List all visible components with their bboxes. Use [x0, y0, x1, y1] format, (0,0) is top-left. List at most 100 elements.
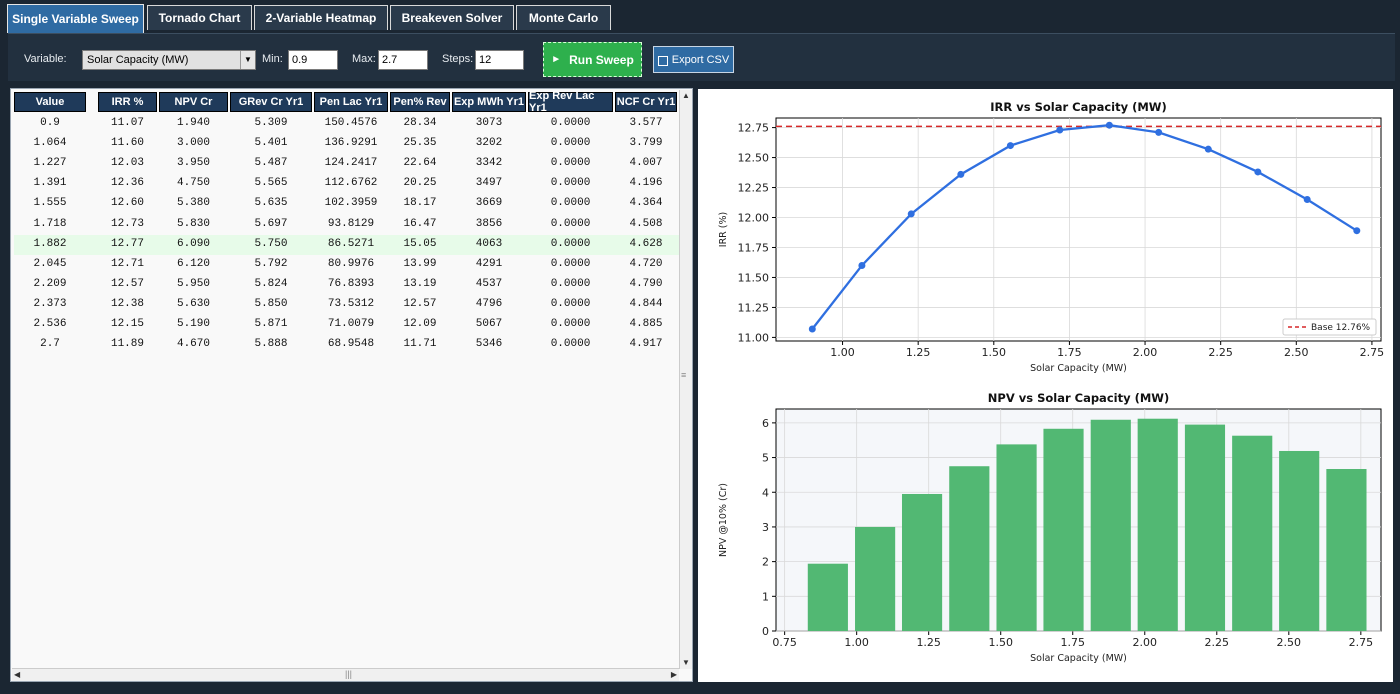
max-input[interactable]	[378, 50, 428, 70]
run-sweep-button[interactable]: ► Run Sweep	[543, 42, 642, 77]
table-cell: 4.917	[629, 338, 663, 351]
tab-bar: Single Variable Sweep Tornado Chart 2-Va…	[0, 0, 1400, 33]
x-tick-label: 2.75	[1360, 346, 1385, 359]
table-cell: 5.830	[176, 217, 210, 230]
y-tick-label: 5	[762, 452, 769, 465]
chevron-down-icon[interactable]: ▼	[240, 51, 255, 69]
column-header[interactable]: IRR %	[98, 92, 157, 112]
table-row[interactable]: 1.555 12.60 5.380 5.635 102.3959 18.17 3669 0.0…	[14, 194, 679, 214]
column-header[interactable]: Pen Lac Yr1	[314, 92, 388, 112]
column-header[interactable]: Exp Rev Lac Yr1	[528, 90, 613, 114]
vertical-scrollbar[interactable]: ▲ ≡ ▼	[679, 90, 692, 669]
y-tick-label: 12.00	[738, 212, 770, 225]
table-cell: 11.07	[110, 117, 144, 129]
table-cell: 4.007	[629, 157, 663, 170]
column-header[interactable]: Pen% Rev	[390, 92, 450, 112]
table-cell: 0.0000	[550, 318, 591, 330]
table-row[interactable]: 1.882 12.77 6.090 5.750 86.5271 15.05 4063 0.00…	[14, 234, 679, 255]
table-row[interactable]: 2.536 12.15 5.190 5.871 71.0079 12.09 5067 0.00…	[14, 315, 679, 335]
table-cell: 4.790	[629, 277, 663, 290]
table-cell: 1.555	[33, 197, 67, 210]
table-cell: 12.57	[110, 277, 144, 290]
table-cell: 18.17	[403, 197, 437, 210]
table-cell: 4.508	[629, 217, 663, 230]
column-header[interactable]: NCF Cr Yr1	[615, 92, 677, 112]
scroll-down-icon[interactable]: ▼	[682, 657, 690, 669]
table-cell: 5.888	[254, 338, 288, 351]
table-cell: 15.05	[403, 237, 437, 250]
table-cell: 5346	[475, 338, 503, 351]
table-cell: 5.635	[254, 197, 288, 210]
npv-bar	[996, 444, 1037, 631]
export-csv-button[interactable]: Export CSV	[653, 46, 734, 73]
run-sweep-label: Run Sweep	[569, 52, 634, 67]
table-row[interactable]: 1.718 12.73 5.830 5.697 93.8129 16.47 3856 0.00…	[14, 215, 679, 235]
tab-label: Single Variable Sweep	[12, 12, 139, 26]
table-cell: 12.57	[403, 297, 437, 310]
y-tick-label: 11.00	[738, 331, 770, 344]
table-cell: 11.71	[403, 338, 437, 351]
y-tick-label: 12.25	[738, 182, 770, 195]
scroll-grip-icon[interactable]: |||	[345, 669, 352, 679]
table-cell: 4.670	[176, 338, 210, 351]
tab-monte-carlo[interactable]: Monte Carlo	[516, 5, 611, 30]
irr-data-point	[1254, 168, 1262, 176]
chart-title: NPV vs Solar Capacity (MW)	[988, 391, 1169, 405]
table-cell: 5.750	[254, 237, 288, 250]
table-row[interactable]: 2.209 12.57 5.950 5.824 76.8393 13.19 4537 0.00…	[14, 275, 679, 295]
table-row[interactable]: 1.391 12.36 4.750 5.565 112.6762 20.25 3497 0.0…	[14, 174, 679, 194]
table-cell: 3.000	[176, 137, 210, 150]
table-row[interactable]: 0.9 11.07 1.940 5.309 150.4576 28.34 3073 0.000…	[14, 114, 679, 134]
tab-tornado-chart[interactable]: Tornado Chart	[147, 5, 252, 30]
table-cell: 5.487	[254, 157, 288, 170]
export-csv-label: Export CSV	[671, 53, 730, 66]
table-cell: 16.47	[403, 217, 437, 230]
table-cell: 5.697	[254, 217, 288, 230]
x-tick-label: 2.00	[1133, 636, 1158, 649]
table-cell: 86.5271	[327, 237, 375, 250]
x-tick-label: 1.00	[844, 636, 869, 649]
table-cell: 0.0000	[550, 257, 591, 270]
table-row[interactable]: 2.7 11.89 4.670 5.888 68.9548 11.71 5346 0.0000…	[14, 335, 679, 355]
npv-bar	[949, 466, 990, 631]
horizontal-scrollbar[interactable]: ◀ ||| ▶	[12, 668, 679, 681]
steps-input[interactable]	[475, 50, 524, 70]
scroll-grip-icon[interactable]: ≡	[681, 370, 686, 380]
table-row[interactable]: 1.064 11.60 3.000 5.401 136.9291 25.35 3202 0.0…	[14, 134, 679, 154]
table-row[interactable]: 2.373 12.38 5.630 5.850 73.5312 12.57 4796 0.00…	[14, 295, 679, 315]
table-cell: 73.5312	[327, 297, 375, 310]
table-cell: 12.38	[110, 297, 144, 310]
table-row[interactable]: 2.045 12.71 6.120 5.792 80.9976 13.99 4291 0.00…	[14, 255, 679, 275]
scroll-left-icon[interactable]: ◀	[14, 669, 20, 681]
table-cell: 1.718	[33, 217, 67, 230]
chart-title: IRR vs Solar Capacity (MW)	[990, 100, 1167, 114]
table-cell: 2.373	[33, 297, 67, 310]
tab-2-variable-heatmap[interactable]: 2-Variable Heatmap	[254, 5, 388, 30]
y-tick-label: 3	[762, 521, 769, 534]
min-input[interactable]	[288, 50, 338, 70]
table-cell: 0.0000	[550, 297, 591, 310]
irr-data-point	[1155, 128, 1163, 136]
table-cell: 28.34	[403, 117, 437, 129]
npv-bar	[1279, 450, 1320, 631]
irr-data-point	[1006, 142, 1014, 150]
tab-breakeven-solver[interactable]: Breakeven Solver	[390, 5, 514, 30]
scroll-up-icon[interactable]: ▲	[682, 90, 690, 102]
table-cell: 4.885	[629, 318, 663, 330]
table-row[interactable]: 1.227 12.03 3.950 5.487 124.2417 22.64 3342 0.0…	[14, 154, 679, 174]
scroll-right-icon[interactable]: ▶	[671, 669, 677, 681]
chart-panel: 1.00 1.25 1.50 1.75 2.00 2.25 2.50 2.75 11.00 11.…	[698, 89, 1393, 682]
variable-select[interactable]: Solar Capacity (MW) ▼	[82, 50, 256, 70]
tab-single-variable-sweep[interactable]: Single Variable Sweep	[7, 4, 144, 33]
table-cell: 0.0000	[550, 117, 591, 129]
results-table: Value IRR % NPV Cr GRev Cr Yr1 Pen Lac Yr1 Pe…	[10, 88, 693, 682]
column-header[interactable]: GRev Cr Yr1	[230, 92, 312, 112]
column-header[interactable]: Value	[14, 92, 86, 112]
max-label: Max:	[352, 53, 376, 65]
table-cell: 4796	[475, 297, 503, 310]
column-header[interactable]: Exp MWh Yr1	[452, 92, 526, 112]
table-cell: 12.36	[110, 177, 144, 190]
table-cell: 136.9291	[324, 137, 378, 150]
tab-label: Monte Carlo	[528, 11, 599, 25]
column-header[interactable]: NPV Cr	[159, 92, 228, 112]
